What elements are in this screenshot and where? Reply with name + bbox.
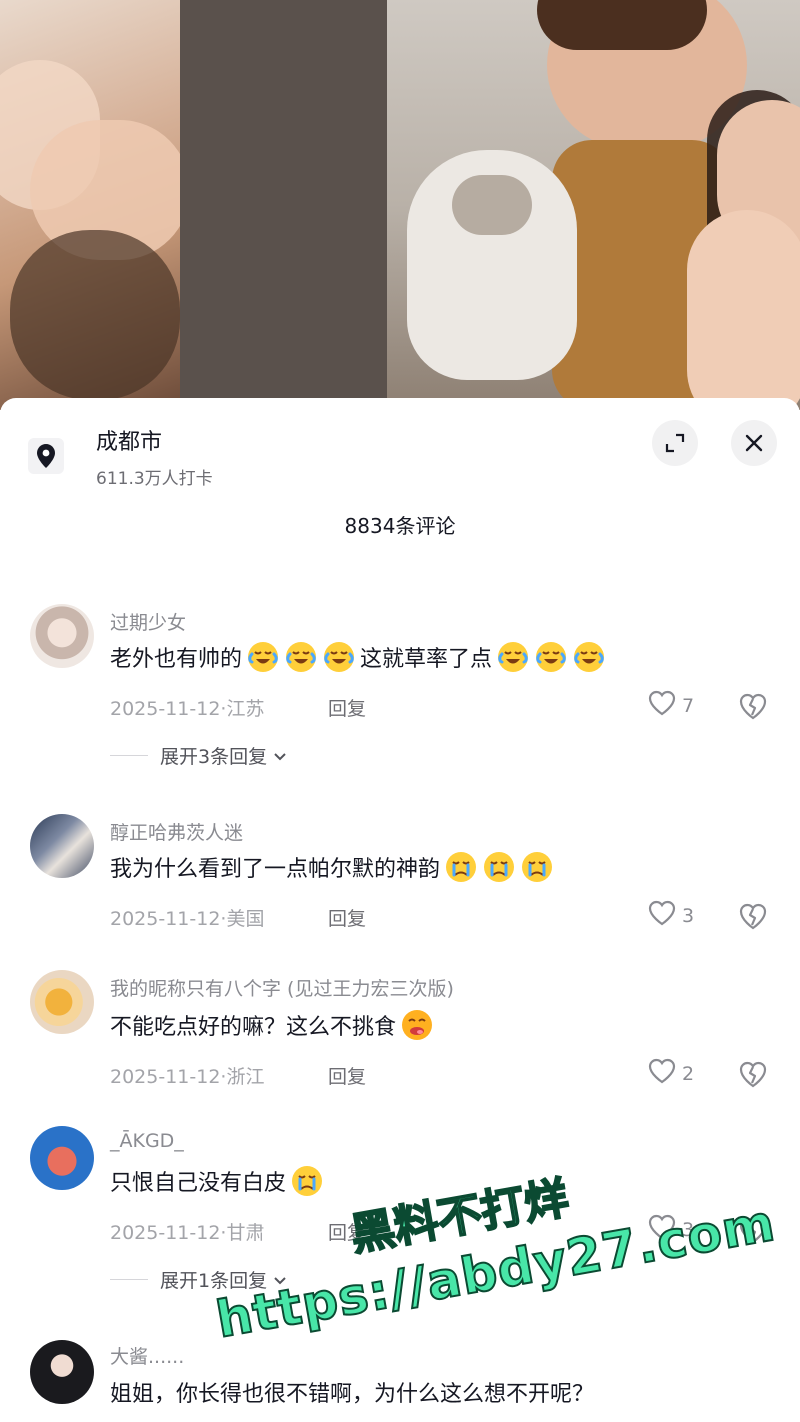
- like-count: 7: [682, 694, 695, 717]
- photo-middle: [180, 0, 387, 410]
- comment-username[interactable]: 大酱......: [110, 1342, 184, 1369]
- avatar[interactable]: [30, 814, 94, 878]
- comment-text-part: 只恨自己没有白皮: [110, 1171, 287, 1196]
- crying-emoji: [286, 1164, 324, 1198]
- comment-meta: 2025-11-12·浙江: [110, 1066, 265, 1088]
- broken-heart-icon: [738, 903, 768, 934]
- reply-button[interactable]: 回复: [328, 904, 366, 931]
- avatar[interactable]: [30, 1340, 94, 1404]
- crying-emoji: [440, 850, 478, 884]
- like-count: 3: [682, 904, 695, 927]
- comment-meta: 2025-11-12·江苏: [110, 698, 265, 720]
- video-preview[interactable]: [0, 0, 800, 410]
- dislike-button[interactable]: [738, 692, 768, 724]
- chevron-down-icon: [273, 745, 287, 767]
- avatar[interactable]: [30, 604, 94, 668]
- expand-button[interactable]: [652, 420, 698, 466]
- avatar[interactable]: [30, 1126, 94, 1190]
- crying-laughing-emoji: [242, 640, 280, 674]
- crying-laughing-emoji: [492, 640, 530, 674]
- location-pin-icon: [28, 438, 64, 474]
- photo-left: [0, 0, 180, 410]
- like-count: 2: [682, 1062, 695, 1085]
- comment-text-part: 老外也有帅的: [110, 647, 243, 672]
- avatar[interactable]: [30, 970, 94, 1034]
- comment-meta: 2025-11-12·甘肃: [110, 1222, 265, 1244]
- dislike-button[interactable]: [738, 1060, 768, 1092]
- expand-replies-label: 展开3条回复: [160, 746, 268, 768]
- crying-emoji: [516, 850, 554, 884]
- crying-laughing-emoji: [530, 640, 568, 674]
- yummy-emoji: [396, 1008, 434, 1042]
- broken-heart-icon: [738, 1061, 768, 1092]
- comment-username[interactable]: 过期少女: [110, 608, 186, 635]
- like-button[interactable]: 3: [648, 900, 694, 931]
- comment-text: 姐姐，你长得也很不错啊，为什么这么想不开呢？: [110, 1382, 595, 1407]
- heart-icon: [648, 690, 676, 721]
- crying-emoji: [478, 850, 516, 884]
- comment-text-part: 这就草率了点: [360, 647, 493, 672]
- crying-laughing-emoji: [568, 640, 606, 674]
- comment-username[interactable]: 醇正哈弗茨人迷: [110, 818, 243, 845]
- crying-laughing-emoji: [318, 640, 356, 674]
- dislike-button[interactable]: [738, 902, 768, 934]
- comment-text: 只恨自己没有白皮: [110, 1164, 324, 1198]
- comment-meta: 2025-11-12·美国: [110, 908, 265, 930]
- comment-text: 我为什么看到了一点帕尔默的神韵: [110, 850, 554, 884]
- heart-icon: [648, 1058, 676, 1089]
- reply-button[interactable]: 回复: [328, 694, 366, 721]
- location-title: 成都市: [96, 430, 163, 455]
- crying-laughing-emoji: [280, 640, 318, 674]
- expand-icon: [665, 433, 685, 453]
- like-button[interactable]: 2: [648, 1058, 694, 1089]
- reply-button[interactable]: 回复: [328, 1062, 366, 1089]
- close-icon: [745, 434, 763, 452]
- photo-right: [387, 0, 800, 410]
- comment-username[interactable]: _ĀKGD_: [110, 1130, 184, 1152]
- comment-text: 不能吃点好的嘛？这么不挑食: [110, 1008, 434, 1042]
- comment-username[interactable]: 我的昵称只有八个字 (见过王力宏三次版): [110, 974, 454, 1001]
- comment-text-part: 我为什么看到了一点帕尔默的神韵: [110, 857, 441, 882]
- expand-replies-button[interactable]: 展开3条回复: [110, 742, 287, 769]
- heart-icon: [648, 900, 676, 931]
- comment-text: 老外也有帅的 这就草率了点: [110, 640, 606, 674]
- like-button[interactable]: 7: [648, 690, 694, 721]
- comment-count: 8834条评论: [344, 514, 456, 538]
- location-checkins: 611.3万人打卡: [96, 469, 213, 489]
- broken-heart-icon: [738, 693, 768, 724]
- close-button[interactable]: [731, 420, 777, 466]
- comment-text-part: 不能吃点好的嘛？这么不挑食: [110, 1015, 397, 1040]
